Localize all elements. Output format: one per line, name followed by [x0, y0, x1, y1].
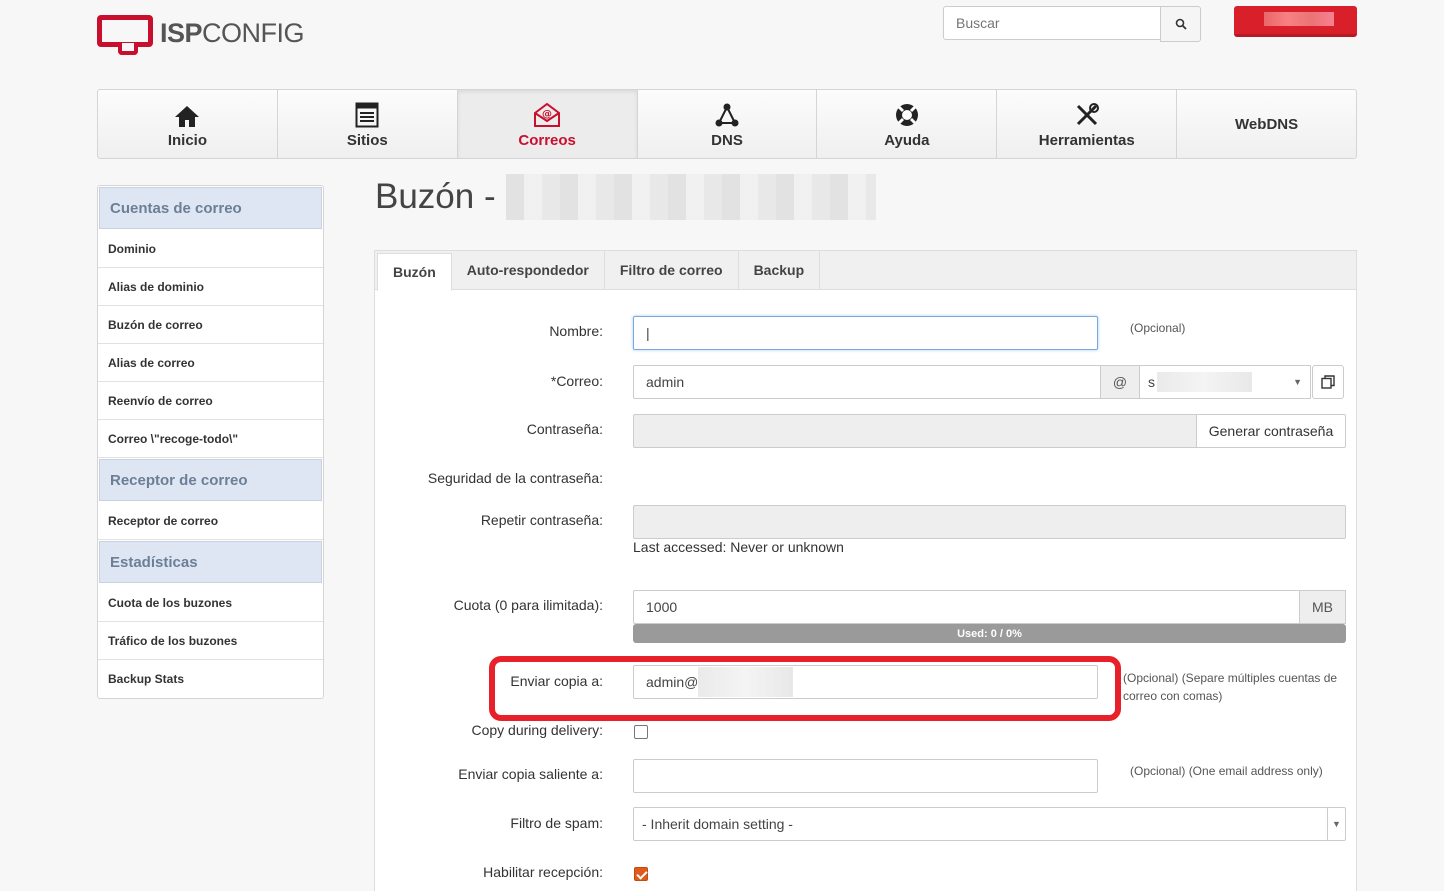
nav-label: DNS — [711, 131, 743, 149]
domain-prefix: s — [1148, 374, 1155, 390]
sidebar-section-estadisticas: Estadísticas — [99, 541, 322, 583]
nav-label: Correos — [518, 131, 576, 149]
sidebar-item-alias-correo[interactable]: Alias de correo — [98, 344, 323, 382]
nombre-hint: (Opcional) — [1130, 321, 1186, 335]
seguridad-label: Seguridad de la contraseña: — [427, 470, 603, 486]
nombre-label: Nombre: — [549, 323, 603, 339]
enviar-saliente-input[interactable] — [633, 759, 1098, 793]
cuota-label: Cuota (0 para ilimitada): — [453, 597, 603, 613]
correo-local-input[interactable]: admin — [633, 365, 1101, 399]
dns-icon — [715, 103, 739, 126]
sidebar-item-backup-stats[interactable]: Backup Stats — [98, 660, 323, 698]
redacted-mailbox-name — [505, 174, 876, 220]
sidebar-item-alias-dominio[interactable]: Alias de dominio — [98, 268, 323, 306]
copy-icon — [1321, 375, 1335, 389]
nav-correos[interactable]: @ Correos — [457, 90, 638, 158]
recepcion-checkbox[interactable] — [634, 867, 648, 881]
sidebar-item-receptor[interactable]: Receptor de correo — [98, 502, 323, 540]
tab-backup[interactable]: Backup — [739, 251, 821, 289]
lifebuoy-icon — [895, 103, 918, 126]
correo-label: *Correo: — [343, 373, 603, 389]
enviar-saliente-hint: (Opcional) (One email address only) — [1130, 764, 1323, 778]
enviar-copia-hint: (Opcional) (Separe múltiples cuentas de … — [1123, 671, 1338, 703]
copy-delivery-label: Copy during delivery: — [471, 722, 603, 738]
sidebar-item-dominio[interactable]: Dominio — [98, 230, 323, 268]
repetir-label: Repetir contraseña: — [480, 512, 603, 528]
sidebar-section-receptor: Receptor de correo — [99, 459, 322, 501]
quota-progress-bar: Used: 0 / 0% — [633, 624, 1346, 643]
last-accessed-text: Last accessed: Never or unknown — [633, 539, 844, 555]
at-addon: @ — [1100, 365, 1140, 399]
nav-label: Herramientas — [1038, 131, 1135, 149]
copy-delivery-checkbox[interactable] — [634, 725, 648, 739]
nav-dns[interactable]: DNS — [638, 90, 818, 158]
repetir-contrasena-input[interactable] — [633, 505, 1346, 539]
correo-label-text: Correo: — [556, 373, 603, 389]
copy-button[interactable] — [1312, 365, 1344, 399]
logo-text: ISPCONFIG — [160, 17, 305, 48]
page-title-text: Buzón - — [375, 177, 496, 216]
chevron-down-icon: ▼ — [1293, 377, 1302, 387]
recepcion-label: Habilitar recepción: — [483, 864, 603, 880]
cuota-input[interactable]: 1000 — [633, 590, 1301, 624]
redacted-domain — [1157, 372, 1252, 392]
contrasena-input[interactable] — [633, 414, 1198, 448]
search-input[interactable] — [943, 6, 1160, 40]
nombre-input[interactable]: | — [633, 316, 1098, 350]
mb-addon: MB — [1299, 590, 1346, 624]
sidebar-item-buzon[interactable]: Buzón de correo — [98, 306, 323, 344]
nav-webdns[interactable]: WebDNS — [1177, 90, 1356, 158]
contrasena-label: Contraseña: — [526, 421, 603, 437]
enviar-saliente-label: Enviar copia saliente a: — [458, 766, 603, 782]
sidebar-item-reenvio[interactable]: Reenvío de correo — [98, 382, 323, 420]
nav-label: Ayuda — [884, 131, 930, 149]
tools-icon — [1076, 102, 1099, 125]
redacted-username — [1264, 12, 1334, 26]
page-title: Buzón - — [375, 174, 876, 220]
sidebar-item-catchall[interactable]: Correo \"recoge-todo\" — [98, 420, 323, 458]
nav-label: WebDNS — [1235, 115, 1299, 133]
monitor-logo-icon — [96, 13, 154, 55]
user-menu-button[interactable] — [1234, 6, 1357, 37]
sidebar-section-cuentas: Cuentas de correo — [99, 187, 322, 229]
svg-text:@: @ — [542, 109, 552, 120]
home-icon — [175, 105, 200, 127]
sidebar-item-cuota[interactable]: Cuota de los buzones — [98, 584, 323, 622]
spam-filter-value: - Inherit domain setting - — [642, 816, 793, 832]
spam-label: Filtro de spam: — [510, 815, 603, 831]
sidebar-item-trafico[interactable]: Tráfico de los buzones — [98, 622, 323, 660]
tab-filtro-correo[interactable]: Filtro de correo — [605, 251, 739, 289]
sites-icon — [355, 102, 379, 127]
annotation-highlight-box — [489, 656, 1121, 721]
generar-contrasena-button[interactable]: Generar contraseña — [1196, 414, 1346, 448]
nav-herramientas[interactable]: Herramientas — [997, 90, 1178, 158]
main-nav: Inicio Sitios @ Correos DNS Ayuda Herram… — [97, 89, 1357, 159]
nav-inicio[interactable]: Inicio — [98, 90, 278, 158]
search-button[interactable] — [1160, 6, 1201, 42]
nav-label: Sitios — [346, 131, 388, 149]
search-box — [943, 6, 1201, 42]
tab-bar: Buzón Auto-respondedor Filtro de correo … — [375, 251, 1356, 291]
nav-ayuda[interactable]: Ayuda — [817, 90, 998, 158]
sidebar: Cuentas de correo Dominio Alias de domin… — [97, 185, 324, 699]
spam-filter-select[interactable]: - Inherit domain setting - ▼ — [633, 807, 1346, 841]
mail-icon: @ — [534, 102, 561, 127]
tab-buzon[interactable]: Buzón — [377, 253, 452, 291]
ispconfig-logo[interactable]: ISPCONFIG — [96, 10, 305, 56]
nav-label: Inicio — [167, 131, 208, 149]
search-icon — [1175, 18, 1187, 30]
nav-sitios[interactable]: Sitios — [278, 90, 458, 158]
chevron-down-icon: ▼ — [1327, 808, 1345, 840]
correo-domain-select[interactable]: s ▼ — [1139, 365, 1311, 399]
tab-auto-respondedor[interactable]: Auto-respondedor — [452, 251, 605, 289]
